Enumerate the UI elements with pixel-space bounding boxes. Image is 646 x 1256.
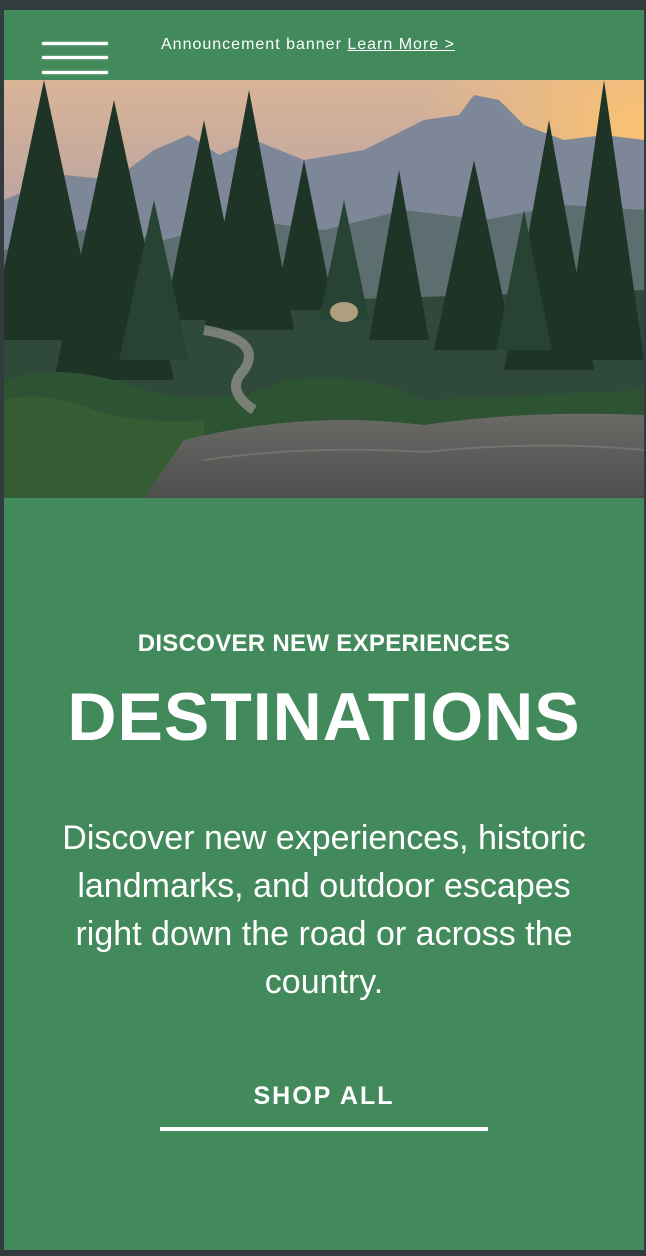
learn-more-link[interactable]: Learn More >	[347, 36, 455, 53]
menu-line	[42, 42, 108, 45]
shop-all-label: SHOP ALL	[253, 1082, 395, 1110]
section-headline: DESTINATIONS	[67, 679, 581, 755]
hero-image	[4, 80, 644, 498]
forest-mountain-landscape-image	[4, 80, 644, 498]
menu-line	[42, 71, 108, 74]
shop-all-underline	[160, 1127, 488, 1131]
menu-line	[42, 56, 108, 59]
announcement-message: Announcement banner	[161, 36, 348, 53]
section-description: Discover new experiences, historic landm…	[62, 819, 586, 1001]
announcement-text: Announcement banner Learn More >	[161, 36, 455, 54]
hamburger-menu-icon[interactable]	[42, 42, 110, 82]
shop-all-button[interactable]: SHOP ALL	[160, 1058, 488, 1134]
page-frame: Announcement banner Learn More > DISCOVE…	[4, 10, 644, 1250]
section-eyebrow: DISCOVER NEW EXPERIENCES	[137, 630, 511, 657]
announcement-bar: Announcement banner Learn More >	[4, 10, 644, 80]
destinations-section: DISCOVER NEW EXPERIENCES DESTINATIONS Di…	[4, 498, 644, 1250]
